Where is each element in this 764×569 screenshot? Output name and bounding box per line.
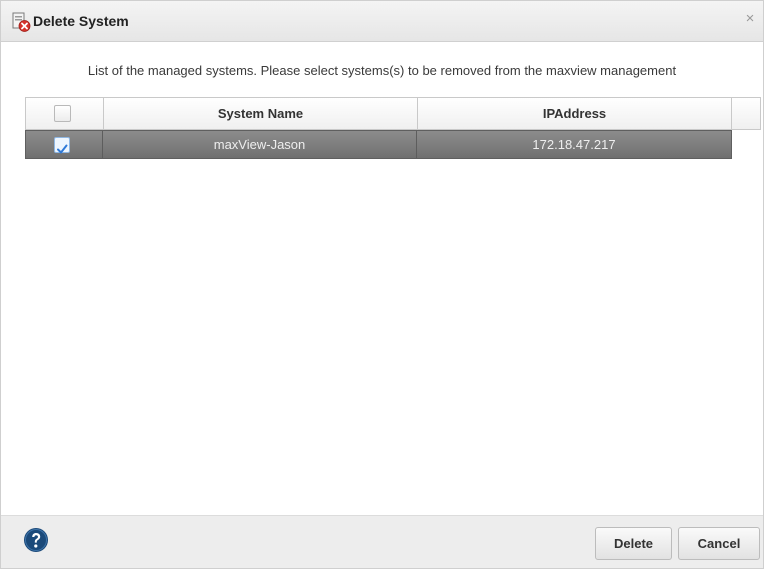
delete-system-dialog: Delete System × List of the managed syst…	[0, 0, 764, 569]
table-header: System Name IPAddress	[25, 97, 761, 130]
column-header-ip-address[interactable]: IPAddress	[418, 98, 732, 129]
instruction-text: List of the managed systems. Please sele…	[87, 63, 677, 78]
select-all-checkbox[interactable]	[54, 105, 71, 122]
row-checkbox[interactable]	[54, 137, 70, 154]
systems-table: System Name IPAddress maxView-Jason 172.…	[25, 97, 761, 163]
cancel-button[interactable]: Cancel	[678, 527, 760, 560]
select-all-column	[26, 98, 104, 129]
delete-system-icon	[12, 11, 32, 33]
dialog-title: Delete System	[33, 13, 129, 29]
dialog-titlebar: Delete System ×	[1, 1, 763, 42]
close-icon[interactable]: ×	[743, 11, 757, 26]
row-select-cell	[26, 131, 103, 158]
table-row[interactable]: maxView-Jason 172.18.47.217	[25, 130, 732, 159]
checkmark-icon	[57, 144, 68, 154]
ip-address-cell: 172.18.47.217	[532, 137, 616, 152]
column-header-system-name[interactable]: System Name	[104, 98, 418, 129]
help-icon[interactable]	[23, 527, 49, 553]
system-name-cell: maxView-Jason	[103, 131, 417, 158]
delete-button[interactable]: Delete	[595, 527, 672, 560]
dialog-footer: Delete Cancel	[1, 515, 763, 568]
header-filler	[732, 98, 760, 129]
